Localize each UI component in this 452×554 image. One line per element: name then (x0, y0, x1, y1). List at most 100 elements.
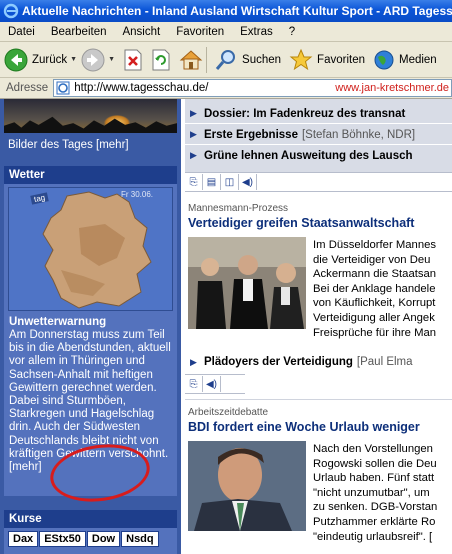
related-title: Plädoyers der Verteidigung (204, 356, 353, 368)
menu-item-help[interactable]: ? (281, 26, 303, 38)
teaser-item[interactable]: ▶ Grüne lehnen Ausweitung des Lausch (185, 147, 452, 164)
teaser-item[interactable]: ▶ Erste Ergebnisse [Stefan Böhnke, NDR] (185, 126, 452, 143)
article-headline[interactable]: BDI fordert eine Woche Urlaub weniger (188, 420, 420, 434)
media-icon-row: ⎘ ▤ ◫ ◀) (185, 172, 452, 192)
toolbar-separator (206, 46, 208, 73)
media-label: Medien (398, 53, 437, 66)
bilder-des-tages-link[interactable]: Bilder des Tages [mehr] (8, 139, 129, 151)
audio-icon[interactable]: ◀) (239, 174, 257, 190)
web-page: Bilder des Tages [mehr] Wetter tag Fr 30… (0, 99, 452, 554)
back-arrow-icon (4, 48, 28, 71)
article-photo-rogowski[interactable] (188, 441, 306, 531)
teaser-title: Dossier: Im Fadenkreuz des transnat (204, 107, 406, 120)
kurse-panel: Kurse Dax EStx50 Dow Nsdq (4, 510, 177, 554)
article-line: von Käuflichkeit, Korrupt (313, 297, 436, 310)
back-label: Zurück (32, 53, 68, 66)
warning-title[interactable]: Unwetterwarnung (9, 316, 106, 328)
article-line: Putzhammer erklärte Ro (313, 515, 436, 528)
toolbar: Zurück ▼ ▼ Suchen Favoriten Medien (0, 42, 452, 78)
wetter-heading: Wetter (4, 166, 177, 184)
bilder-des-tages-label: Bilder des Tages (8, 139, 93, 151)
menu-item-datei[interactable]: Datei (0, 26, 43, 38)
article-line: Freisprüche für ihre Man (313, 326, 437, 339)
article-line: Verteidigung aller Angek (313, 311, 435, 324)
article-teaser-text: Im Düsseldorfer Mannes die Verteidiger v… (313, 238, 452, 340)
menu-item-ansicht[interactable]: Ansicht (114, 26, 168, 38)
forward-button[interactable]: ▼ (81, 48, 115, 72)
forward-arrow-icon (81, 48, 105, 71)
article-line: Rogowski sollen die Deu (313, 457, 437, 470)
related-source: [Paul Elma (356, 356, 413, 368)
star-icon (289, 48, 313, 70)
article-line: "eindeutig urlaubsreif". [ (313, 530, 433, 543)
tree-silhouette (4, 116, 177, 133)
warning-more-link[interactable]: [mehr] (9, 461, 42, 473)
main-content: ▶ Dossier: Im Fadenkreuz des transnat ▶ … (185, 99, 452, 554)
tab-dow[interactable]: Dow (86, 531, 121, 547)
weather-map[interactable]: tag Fr 30.06. (8, 187, 173, 311)
window-title: Aktuelle Nachrichten - Inland Ausland Wi… (22, 4, 452, 18)
kurse-tabs: Dax EStx50 Dow Nsdq (8, 531, 160, 547)
address-bar: Adresse http://www.tagesschau.de/ www.ja… (0, 78, 452, 99)
article-photo-defenders[interactable] (188, 237, 306, 329)
media-icon-row: ⎘ ◀) (185, 374, 245, 394)
courtroom-photo (188, 237, 306, 329)
article-kicker: Arbeitszeitdebatte (188, 407, 269, 418)
search-button[interactable]: Suchen (214, 48, 281, 72)
home-button[interactable] (179, 48, 203, 72)
media-button[interactable]: Medien (373, 49, 437, 71)
map-date-label: Fr 30.06. (121, 190, 154, 199)
search-label: Suchen (242, 53, 282, 66)
tab-dax[interactable]: Dax (8, 531, 39, 547)
back-dropdown-icon[interactable]: ▼ (70, 56, 77, 63)
refresh-button[interactable] (151, 49, 171, 71)
internet-explorer-icon (3, 3, 19, 19)
article-headline[interactable]: Verteidiger greifen Staatsanwaltschaft (188, 216, 414, 230)
tab-nsdq[interactable]: Nsdq (121, 531, 159, 547)
play-arrow-icon: ▶ (190, 129, 197, 139)
video-icon[interactable]: ⎘ (185, 376, 203, 392)
kurse-heading: Kurse (4, 510, 177, 528)
menu-bar: Datei Bearbeiten Ansicht Favoriten Extra… (0, 22, 452, 42)
teaser-title: Erste Ergebnisse (204, 128, 298, 141)
video-icon[interactable]: ⎘ (185, 174, 203, 190)
teaser-separator (185, 144, 452, 145)
article-divider (185, 399, 452, 400)
menu-item-extras[interactable]: Extras (232, 26, 281, 38)
article-line: die Verteidiger von Deu (313, 253, 431, 266)
teaser-title: Grüne lehnen Ausweitung des Lausch (204, 149, 413, 162)
bilder-more-link[interactable]: [mehr] (96, 139, 129, 151)
article-line: Ackermann die Staatsan (313, 268, 437, 281)
warning-body: Am Donnerstag muss zum Teil bis in die A… (9, 329, 171, 460)
play-arrow-icon: ▶ (190, 108, 197, 118)
media-globe-icon (374, 50, 394, 69)
video-camera-icon[interactable]: ◫ (221, 174, 239, 190)
home-icon (179, 49, 203, 69)
stop-button[interactable] (123, 49, 143, 71)
menu-item-bearbeiten[interactable]: Bearbeiten (43, 26, 115, 38)
article-line: Bei der Anklage handele (313, 282, 436, 295)
text-icon[interactable]: ▤ (203, 174, 221, 190)
article-teaser-text: Nach den Vorstellungen Rogowski sollen d… (313, 442, 452, 544)
article-line: Nach den Vorstellungen (313, 443, 433, 455)
audio-icon[interactable]: ◀) (203, 376, 221, 392)
teaser-item[interactable]: ▶ Dossier: Im Fadenkreuz des transnat (185, 105, 452, 122)
bilder-des-tages-image[interactable] (4, 99, 177, 133)
play-arrow-icon: ▶ (190, 150, 197, 160)
menu-item-favoriten[interactable]: Favoriten (168, 26, 232, 38)
favorites-button[interactable]: Favoriten (289, 48, 365, 72)
tab-estx50[interactable]: EStx50 (39, 531, 86, 547)
back-button[interactable]: Zurück ▼ (4, 48, 77, 72)
article-line: zu senken. DGB-Vorstan (313, 501, 438, 514)
article-line: Urlaub haben. Fünf statt (313, 472, 435, 485)
portrait-photo (188, 441, 306, 531)
article-kicker: Mannesmann-Prozess (188, 203, 289, 214)
page-icon (56, 81, 70, 95)
address-url: http://www.tagesschau.de/ (74, 82, 209, 94)
window-titlebar: Aktuelle Nachrichten - Inland Ausland Wi… (0, 0, 452, 22)
refresh-icon (152, 49, 170, 70)
address-input[interactable]: http://www.tagesschau.de/ www.jan-kretsc… (53, 79, 452, 97)
related-teaser[interactable]: ▶ Plädoyers der Verteidigung [Paul Elma (185, 353, 452, 371)
stop-icon (124, 49, 142, 70)
forward-dropdown-icon[interactable]: ▼ (108, 56, 115, 63)
